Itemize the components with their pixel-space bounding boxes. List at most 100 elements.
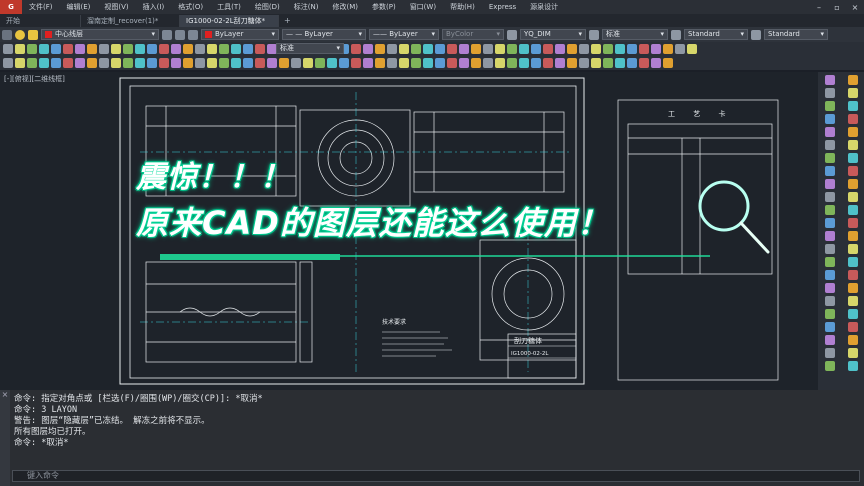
toolbar-button[interactable]: [63, 58, 73, 68]
toolbar-button[interactable]: [399, 44, 409, 54]
toolbar-button[interactable]: [824, 270, 835, 280]
menu-tools[interactable]: 工具(T): [210, 2, 248, 12]
toolbar-button[interactable]: [207, 44, 217, 54]
toolbar-button[interactable]: [663, 58, 673, 68]
toolbar-button[interactable]: [171, 58, 181, 68]
layer-dropdown[interactable]: 中心线层 ▾: [41, 29, 159, 40]
toolbar-button[interactable]: [847, 166, 858, 176]
toolbar-button[interactable]: [615, 58, 625, 68]
toolbar-button[interactable]: [387, 58, 397, 68]
toolbar-button[interactable]: [75, 44, 85, 54]
restore-icon[interactable]: ▫: [828, 0, 846, 14]
app-logo[interactable]: G: [0, 0, 22, 14]
toolbar-button[interactable]: [824, 218, 835, 228]
toolbar-button[interactable]: [99, 58, 109, 68]
toolbar-button[interactable]: [824, 283, 835, 293]
toolbar-button[interactable]: [543, 58, 553, 68]
toolbar-button[interactable]: [824, 88, 835, 98]
toolbar-button[interactable]: [243, 44, 253, 54]
toolbar-button[interactable]: [459, 58, 469, 68]
dimstyle-dropdown[interactable]: YQ_DIM ▾: [520, 29, 586, 40]
toolbar-button[interactable]: [3, 58, 13, 68]
menu-insert[interactable]: 插入(I): [136, 2, 172, 12]
menu-view[interactable]: 视图(V): [97, 2, 135, 12]
toolbar-button[interactable]: [435, 44, 445, 54]
toolbar-button[interactable]: [159, 58, 169, 68]
toolbar-button[interactable]: [591, 58, 601, 68]
toolbar-button[interactable]: [363, 44, 373, 54]
toolbar-button[interactable]: [471, 44, 481, 54]
close-icon[interactable]: ×: [846, 0, 864, 14]
toolbar-button[interactable]: [847, 257, 858, 267]
toolbar-button[interactable]: [824, 114, 835, 124]
toolbar-button[interactable]: [327, 58, 337, 68]
toolbar-button[interactable]: [15, 44, 25, 54]
toolbar-button[interactable]: [847, 192, 858, 202]
toolbar-button[interactable]: [824, 361, 835, 371]
toolbar-button[interactable]: [87, 44, 97, 54]
toolbar-button[interactable]: [27, 44, 37, 54]
toolbar-button[interactable]: [824, 153, 835, 163]
toolbar-button[interactable]: [375, 44, 385, 54]
toolbar-button[interactable]: [847, 244, 858, 254]
toolbar-button[interactable]: [495, 44, 505, 54]
toolbar-button[interactable]: [824, 348, 835, 358]
toolbar-button[interactable]: [824, 296, 835, 306]
toolbar-button[interactable]: [15, 58, 25, 68]
toolbar-button[interactable]: [824, 127, 835, 137]
toolbar-button[interactable]: [159, 44, 169, 54]
toolbar-button[interactable]: [567, 58, 577, 68]
toolbar-button[interactable]: [99, 44, 109, 54]
toolbar-button[interactable]: [339, 58, 349, 68]
toolbar-button[interactable]: [279, 58, 289, 68]
toolbar-button[interactable]: [231, 44, 241, 54]
toolbar-button[interactable]: [63, 44, 73, 54]
toolbar-button[interactable]: [411, 44, 421, 54]
toolbar-button[interactable]: [255, 58, 265, 68]
toolbar-button[interactable]: [183, 44, 193, 54]
toolbar-button[interactable]: [663, 44, 673, 54]
toolbar-button[interactable]: [847, 322, 858, 332]
toolbar-button[interactable]: [824, 192, 835, 202]
menu-yuanquan[interactable]: 源泉设计: [523, 2, 565, 12]
menu-edit[interactable]: 编辑(E): [60, 2, 98, 12]
toolbar-button[interactable]: [471, 58, 481, 68]
toolbar-button[interactable]: [231, 58, 241, 68]
toolbar-button[interactable]: [824, 166, 835, 176]
mleaderstyle-dropdown[interactable]: Standard ▾: [764, 29, 828, 40]
tab-file-1[interactable]: 溜南定制_recover(1)*: [81, 15, 180, 27]
toolbar-button[interactable]: [51, 58, 61, 68]
toolbar-button[interactable]: [675, 44, 685, 54]
menu-express[interactable]: Express: [482, 3, 523, 11]
textstyle-dropdown[interactable]: 标准 ▾: [602, 29, 668, 40]
toolbar-button[interactable]: [123, 44, 133, 54]
toolbar-button[interactable]: [639, 58, 649, 68]
menu-format[interactable]: 格式(O): [171, 2, 210, 12]
toolbar-button[interactable]: [267, 58, 277, 68]
toolbar-button[interactable]: [183, 58, 193, 68]
layer-previous-icon[interactable]: [175, 29, 185, 40]
tablestyle-dropdown[interactable]: Standard ▾: [684, 29, 748, 40]
toolbar-button[interactable]: [847, 127, 858, 137]
tab-start[interactable]: 开始: [0, 15, 81, 27]
toolbar-button[interactable]: [207, 58, 217, 68]
toolbar-button[interactable]: [627, 58, 637, 68]
toolbar-button[interactable]: [627, 44, 637, 54]
toolbar-button[interactable]: [579, 44, 589, 54]
drawing-viewport[interactable]: [-][俯视][二维线框] 技术要求 刮刀糖体 IG1000-02-2L 工 艺…: [0, 72, 818, 390]
toolbar-button[interactable]: [435, 58, 445, 68]
menu-dimension[interactable]: 标注(N): [287, 2, 326, 12]
add-tab-icon[interactable]: +: [279, 15, 296, 27]
toolbar-button[interactable]: [615, 44, 625, 54]
linetype-dropdown[interactable]: — — ByLayer ▾: [282, 29, 366, 40]
toolbar-button[interactable]: [555, 44, 565, 54]
toolbar-button[interactable]: [111, 58, 121, 68]
toolbar-button[interactable]: [423, 58, 433, 68]
toolbar-button[interactable]: [135, 44, 145, 54]
toolbar-button[interactable]: [567, 44, 577, 54]
toolbar-button[interactable]: [315, 58, 325, 68]
toolbar-button[interactable]: [847, 75, 858, 85]
toolbar-button[interactable]: [591, 44, 601, 54]
toolbar-button[interactable]: [847, 153, 858, 163]
toolbar-button[interactable]: [363, 58, 373, 68]
